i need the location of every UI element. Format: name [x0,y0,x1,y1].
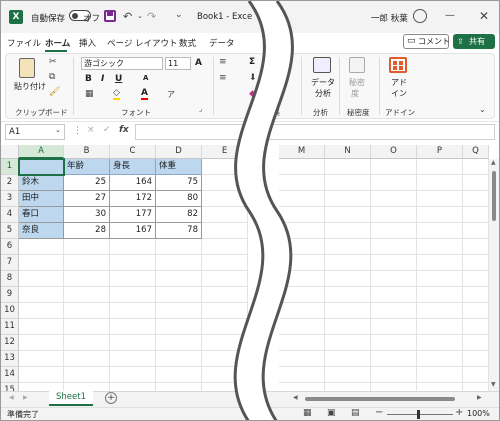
break-overlay [233,1,294,420]
excel-window: X 自動保存 オフ ↶ ⌄ ↷ ⌄ Book1 - Exce 一郎 秋葉 — ✕… [0,0,500,421]
